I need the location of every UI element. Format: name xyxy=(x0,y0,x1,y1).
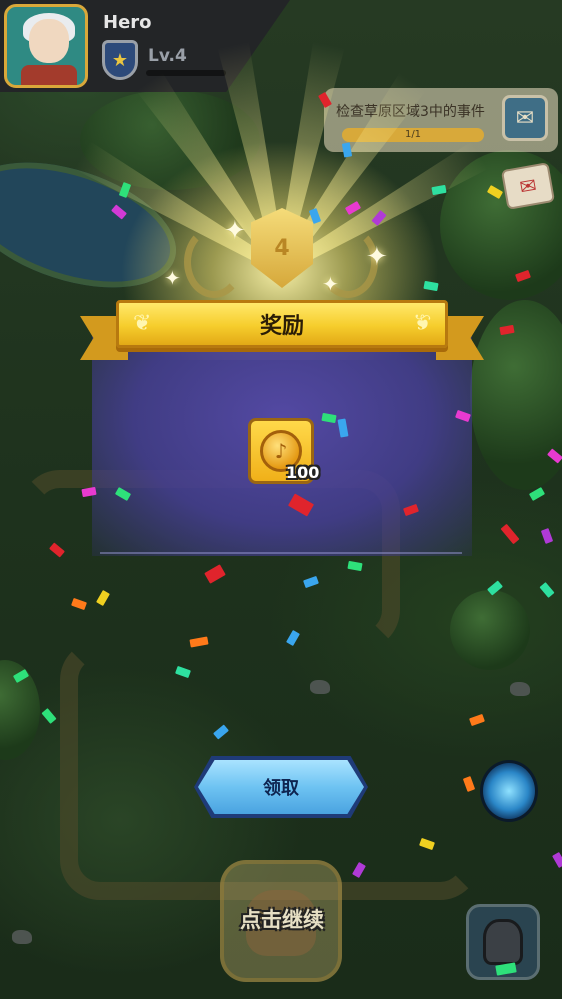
dialog-title: 奖励 xyxy=(259,314,304,339)
helmet-icon xyxy=(483,919,523,965)
rock xyxy=(310,680,330,694)
hero-level: Lv.4 xyxy=(148,46,187,66)
claim-button[interactable]: 领取 xyxy=(194,756,368,818)
continue-label: 点击继续 xyxy=(240,908,324,932)
scroll-map-icon[interactable]: ✉ xyxy=(502,95,548,141)
avatar-face xyxy=(29,19,69,63)
rock xyxy=(12,930,32,944)
envelope-icon[interactable]: ✉ xyxy=(500,162,556,210)
reward-quantity: 100 xyxy=(286,463,320,482)
reward-banner: 奖励 xyxy=(80,298,484,362)
sparkle-icon: ✦ xyxy=(164,266,181,290)
xp-bar xyxy=(146,70,226,76)
divider xyxy=(100,552,462,554)
hero-name: Hero xyxy=(103,12,152,33)
sparkle-icon: ✦ xyxy=(224,216,246,246)
banner-body: 奖励 xyxy=(116,300,448,348)
tree xyxy=(450,590,530,670)
rock xyxy=(510,682,530,696)
sparkle-icon: ✦ xyxy=(322,272,339,296)
hero-avatar[interactable] xyxy=(4,4,88,88)
avatar-cape xyxy=(21,65,77,85)
claim-button-label: 领取 xyxy=(263,778,299,799)
claim-button-face: 领取 xyxy=(198,760,364,814)
star-shield-icon: ★ xyxy=(102,40,138,80)
sparkle-icon: ✦ xyxy=(366,242,388,272)
portal-icon[interactable] xyxy=(480,760,538,822)
